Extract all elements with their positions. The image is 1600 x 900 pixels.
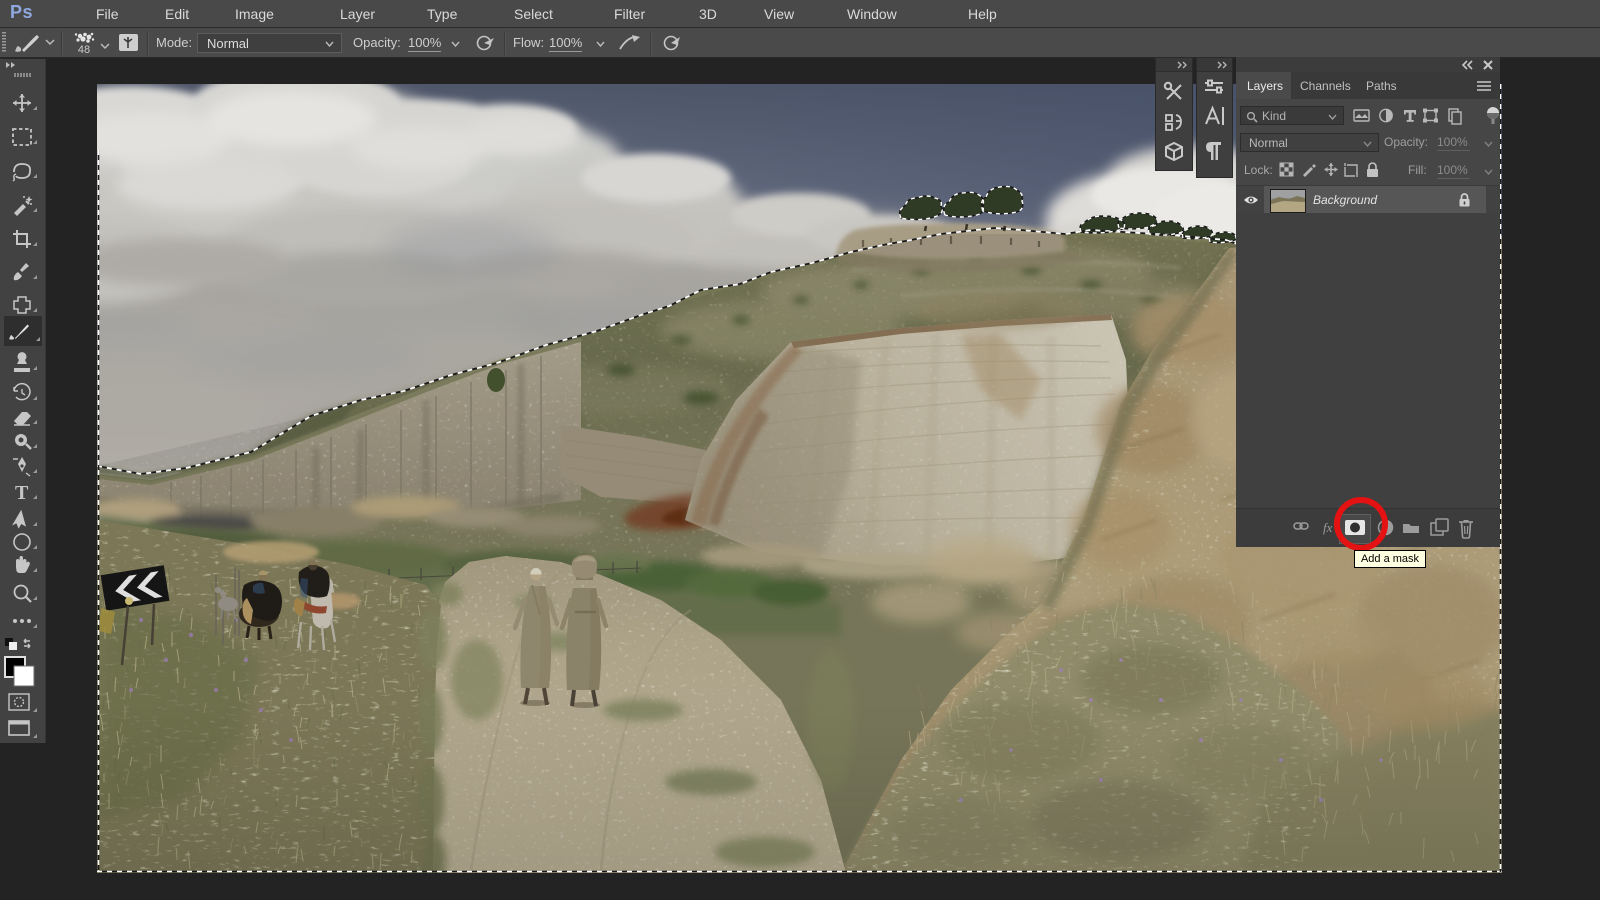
svg-text:48: 48 [78,44,90,56]
svg-text:T: T [15,482,29,504]
svg-text:fx: fx [1323,520,1333,535]
